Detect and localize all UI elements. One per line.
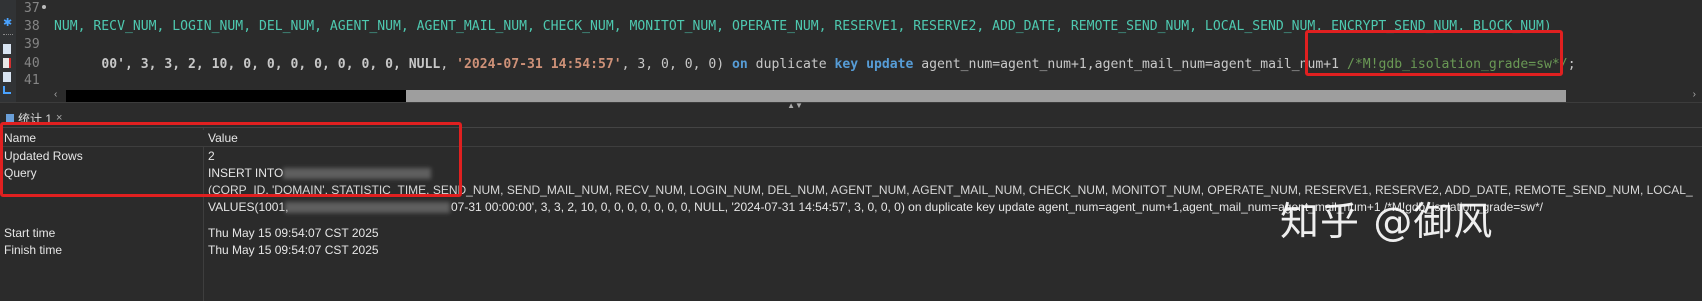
table-row[interactable]: Updated Rows 2 <box>0 148 1702 165</box>
fold-marker-icon[interactable] <box>42 5 46 9</box>
grid-header: Name Value <box>0 130 1702 147</box>
code-keyword-key: key <box>834 57 859 72</box>
document-icon[interactable] <box>3 44 11 54</box>
code-date-string: '2024-07-31 14:54:57' <box>456 57 622 72</box>
row-name: Finish time <box>4 243 63 257</box>
code-update-tail: agent_num=agent_num+1,agent_mail_num=age… <box>913 57 1347 72</box>
watermark-logo: 知乎 @御风 <box>1280 200 1494 245</box>
code-area[interactable]: NUM, RECV_NUM, LOGIN_NUM, DEL_NUM, AGENT… <box>52 0 1702 100</box>
code-keyword-on: on <box>732 57 748 72</box>
scrollbar-thumb-dark[interactable] <box>66 90 406 102</box>
document-error-icon[interactable] <box>3 58 11 68</box>
result-tab-strip: 统计 1 × <box>0 108 1702 128</box>
row-value: Thu May 15 09:54:07 CST 2025 <box>208 243 379 257</box>
code-nums: , 3, 0, 0, 0) <box>621 57 733 72</box>
row-name: Updated Rows <box>4 149 83 163</box>
scrollbar-track[interactable] <box>66 89 1686 102</box>
code-values-head: 00', 3, 3, 2, 10, 0, 0, 0, 0, 0, 0, 0, <box>101 57 409 72</box>
query-line-2: (CORP_ID, 'DOMAIN', STATISTIC_TIME, SEND… <box>208 183 1693 197</box>
star-icon[interactable]: ✱ <box>3 18 13 29</box>
redacted-text <box>283 168 431 179</box>
query-line-1: INSERT INTO <box>208 166 284 180</box>
query-line-3-start: VALUES(1001, <box>208 200 289 214</box>
tab-statistics[interactable]: 统计 1 × <box>4 109 62 127</box>
code-keyword-update: update <box>866 57 914 72</box>
row-value: Thu May 15 09:54:07 CST 2025 <box>208 226 379 240</box>
close-icon[interactable]: × <box>56 112 62 124</box>
separator-icon <box>3 34 13 44</box>
document-list-icon[interactable] <box>3 72 11 82</box>
outline-icon[interactable] <box>3 86 11 94</box>
code-comment: /*M!gdb_isolation_grade=sw*/ <box>1346 57 1568 72</box>
row-name: Query <box>4 166 37 180</box>
code-duplicate: duplicate <box>747 57 835 72</box>
scroll-right-icon[interactable]: › <box>1693 89 1696 100</box>
table-icon <box>6 113 14 123</box>
tab-label: 统计 1 <box>18 111 53 126</box>
editor-left-toolbar: ✱ <box>0 0 16 112</box>
scroll-left-icon[interactable]: ‹ <box>54 89 57 100</box>
code-null: NULL <box>408 57 441 72</box>
header-name[interactable]: Name <box>4 130 36 147</box>
sql-editor[interactable]: ✱ 37 38 39 40 41 NUM, RECV_NUM, LOGIN_NU… <box>0 0 1702 112</box>
horizontal-scrollbar[interactable]: ‹ › <box>52 88 1702 102</box>
code-semicolon: ; <box>1567 57 1576 72</box>
row-name: Start time <box>4 226 56 240</box>
code-sep: , <box>440 57 457 72</box>
code-line-38: NUM, RECV_NUM, LOGIN_NUM, DEL_NUM, AGENT… <box>54 19 1552 34</box>
header-value[interactable]: Value <box>208 130 238 147</box>
code-line-39: 00', 3, 3, 2, 10, 0, 0, 0, 0, 0, 0, 0, N… <box>54 35 1575 72</box>
line-number-gutter: 37 38 39 40 41 <box>16 0 52 100</box>
scrollbar-thumb[interactable] <box>406 90 1566 102</box>
redacted-text <box>285 202 450 213</box>
row-value: 2 <box>208 149 215 163</box>
